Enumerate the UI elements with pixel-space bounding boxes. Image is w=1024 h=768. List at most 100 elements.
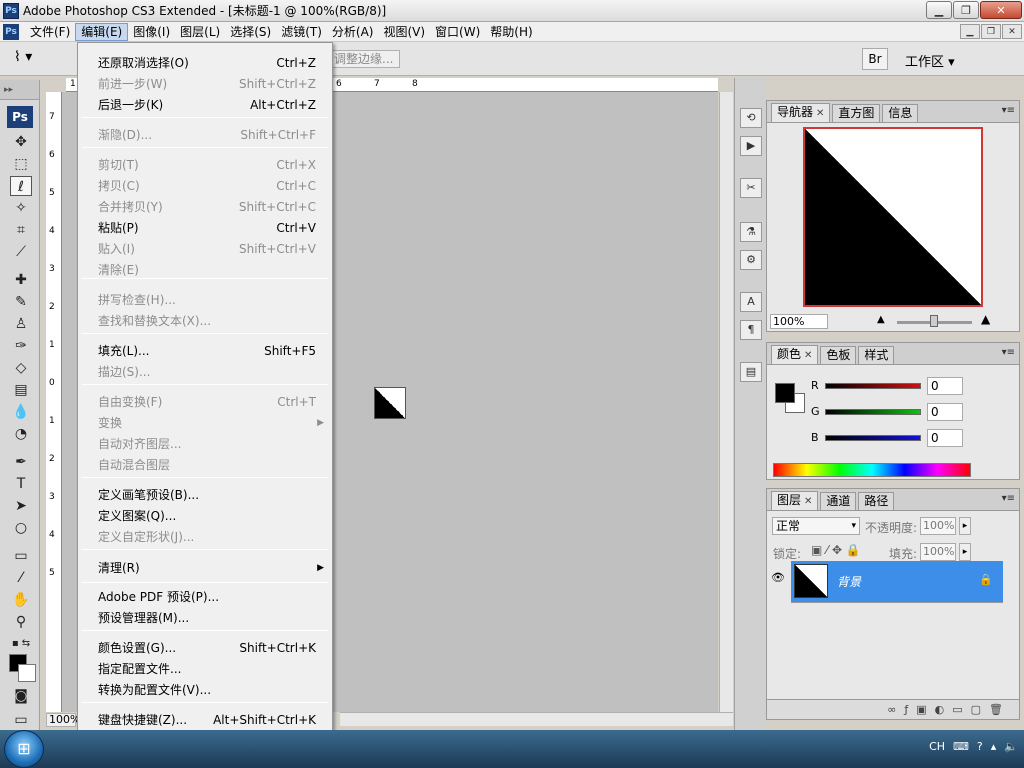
start-button[interactable]: ⊞ [4,730,44,768]
doc-restore-button[interactable]: ❐ [981,24,1001,39]
fill-arrow-icon[interactable]: ▸ [959,543,971,561]
panel-menu-icon[interactable]: ▾≡ [1002,347,1015,358]
zoom-out-icon[interactable]: ▲ [877,314,885,325]
maximize-button[interactable]: ❐ [953,1,979,19]
ellipse-tool-icon[interactable]: ○ [10,518,32,538]
horizontal-scrollbar[interactable] [340,712,733,726]
type-tool-icon[interactable]: T [10,474,32,494]
blur-tool-icon[interactable]: 💧 [10,402,32,422]
edit-menu-item[interactable]: 查找和替换文本(X)... [80,311,330,332]
menu-item-8[interactable]: 窗口(W) [430,23,485,41]
edit-menu-item[interactable]: 自由变换(F) Ctrl+T [80,392,330,413]
edit-menu-item[interactable]: 拷贝(C) Ctrl+C [80,176,330,197]
pen-tool-icon[interactable]: ✒ [10,452,32,472]
layer-comps-icon[interactable]: ▤ [740,362,762,382]
color-slider-track[interactable] [825,435,921,441]
input-language[interactable]: CH [929,740,945,753]
navigator-preview[interactable] [803,127,983,307]
edit-menu-item[interactable]: 定义图案(Q)... [80,506,330,527]
marquee-tool-icon[interactable]: ⬚ [10,154,32,174]
edit-menu-item[interactable]: Adobe PDF 预设(P)... [80,587,330,608]
hand-tool-icon[interactable]: ✋ [10,590,32,610]
edit-menu-item[interactable]: 描边(S)... [80,362,330,383]
fill-input[interactable]: 100% [920,543,956,561]
close-button[interactable]: ✕ [980,1,1022,19]
quick-mask-icon[interactable]: ◙ [10,686,32,706]
brush-tool-icon[interactable]: ✎ [10,292,32,312]
edit-menu-item[interactable]: 填充(L)... Shift+F5 [80,341,330,362]
slice-tool-icon[interactable]: ⟋ [10,242,32,262]
layer-row[interactable]: 背景 🔒 [791,561,1003,603]
visibility-eye-icon[interactable]: 👁 [771,571,785,584]
navigator-zoom-slider-knob[interactable] [930,315,938,327]
clone-stamp-icon[interactable]: ♙ [10,314,32,334]
vertical-scrollbar[interactable] [719,92,733,712]
document-canvas[interactable] [374,387,406,419]
menu-item-4[interactable]: 选择(S) [225,23,276,41]
panel-menu-icon[interactable]: ▾≡ [1002,493,1015,504]
clone-source-icon[interactable]: ⚙ [740,250,762,270]
keyboard-icon[interactable]: ⌨ [953,740,969,753]
edit-menu-item[interactable]: 自动对齐图层... [80,434,330,455]
lock-icons[interactable]: ▣ ⁄ ✥ 🔒 [811,543,861,557]
menu-item-9[interactable]: 帮助(H) [485,23,537,41]
edit-menu-item[interactable]: 变换 ▶ [80,413,330,434]
path-selection-icon[interactable]: ➤ [10,496,32,516]
help-icon[interactable]: ? [977,740,983,753]
edit-menu-item[interactable]: 清理(R) ▶ [80,558,330,579]
swap-colors-icon[interactable]: ▪ ⇆ [10,634,32,654]
color-spectrum-bar[interactable] [773,463,971,477]
healing-brush-icon[interactable]: ✚ [10,270,32,290]
gradient-tool-icon[interactable]: ▤ [10,380,32,400]
edit-menu-item[interactable]: 指定配置文件... [80,659,330,680]
edit-menu-item[interactable]: 后退一步(K) Alt+Ctrl+Z [80,95,330,116]
move-tool-icon[interactable]: ✥ [10,132,32,152]
menu-item-1[interactable]: 编辑(E) [75,22,129,41]
background-color-swatch[interactable] [18,664,36,682]
crop-tool-icon[interactable]: ⌗ [10,220,32,240]
character-panel-icon[interactable]: A [740,292,762,312]
zoom-status[interactable]: 100% [46,713,80,727]
menu-item-5[interactable]: 滤镜(T) [276,23,327,41]
tool-presets-icon[interactable]: ✂ [740,178,762,198]
tab-close-icon[interactable]: ✕ [804,496,812,507]
color-slider-track[interactable] [825,383,921,389]
panel-tab-2[interactable]: 路径 [858,492,895,510]
refine-edge-button[interactable]: 调整边缘... [330,50,400,68]
panel-menu-icon[interactable]: ▾≡ [1002,105,1015,116]
menu-item-0[interactable]: 文件(F) [25,23,75,41]
photoshop-menu-icon[interactable]: Ps [3,23,19,40]
history-panel-icon[interactable]: ⟲ [740,108,762,128]
opacity-arrow-icon[interactable]: ▸ [959,517,971,535]
edit-menu-item[interactable]: 定义自定形状(J)... [80,527,330,548]
menu-item-6[interactable]: 分析(A) [327,23,379,41]
minimize-button[interactable]: ▁ [926,1,952,19]
menu-item-2[interactable]: 图像(I) [128,23,175,41]
edit-menu-item[interactable]: 自动混合图层 [80,455,330,476]
menu-item-3[interactable]: 图层(L) [175,23,225,41]
color-value-input[interactable]: 0 [927,403,963,421]
panel-tab-0[interactable]: 颜色 ✕ [771,345,819,364]
edit-menu-item[interactable]: 贴入(I) Shift+Ctrl+V [80,239,330,260]
menu-item-7[interactable]: 视图(V) [378,23,430,41]
lasso-tool-icon[interactable]: ℓ [10,176,32,196]
edit-menu-item[interactable]: 前进一步(W) Shift+Ctrl+Z [80,74,330,95]
tray-expand-icon[interactable]: ▴ [991,740,997,753]
volume-icon[interactable]: 🔈 [1004,740,1018,753]
notes-tool-icon[interactable]: ▭ [10,546,32,566]
dodge-tool-icon[interactable]: ◔ [10,424,32,444]
edit-menu-item[interactable]: 定义画笔预设(B)... [80,485,330,506]
panel-tab-1[interactable]: 直方图 [832,104,881,122]
doc-close-button[interactable]: ✕ [1002,24,1022,39]
zoom-tool-icon[interactable]: ⚲ [10,612,32,632]
actions-panel-icon[interactable]: ▶ [740,136,762,156]
edit-menu-item[interactable]: 键盘快捷键(Z)... Alt+Shift+Ctrl+K [80,710,330,731]
history-brush-icon[interactable]: ✑ [10,336,32,356]
panel-tab-1[interactable]: 通道 [820,492,857,510]
screen-mode-icon[interactable]: ▭ [10,710,32,730]
layers-footer-buttons[interactable]: ∞ƒ▣◐▭▢🗑 [767,699,1019,719]
paragraph-panel-icon[interactable]: ¶ [740,320,762,340]
edit-menu-item[interactable]: 还原取消选择(O) Ctrl+Z [80,53,330,74]
panel-tab-0[interactable]: 图层 ✕ [771,491,819,510]
edit-menu-item[interactable]: 剪切(T) Ctrl+X [80,155,330,176]
